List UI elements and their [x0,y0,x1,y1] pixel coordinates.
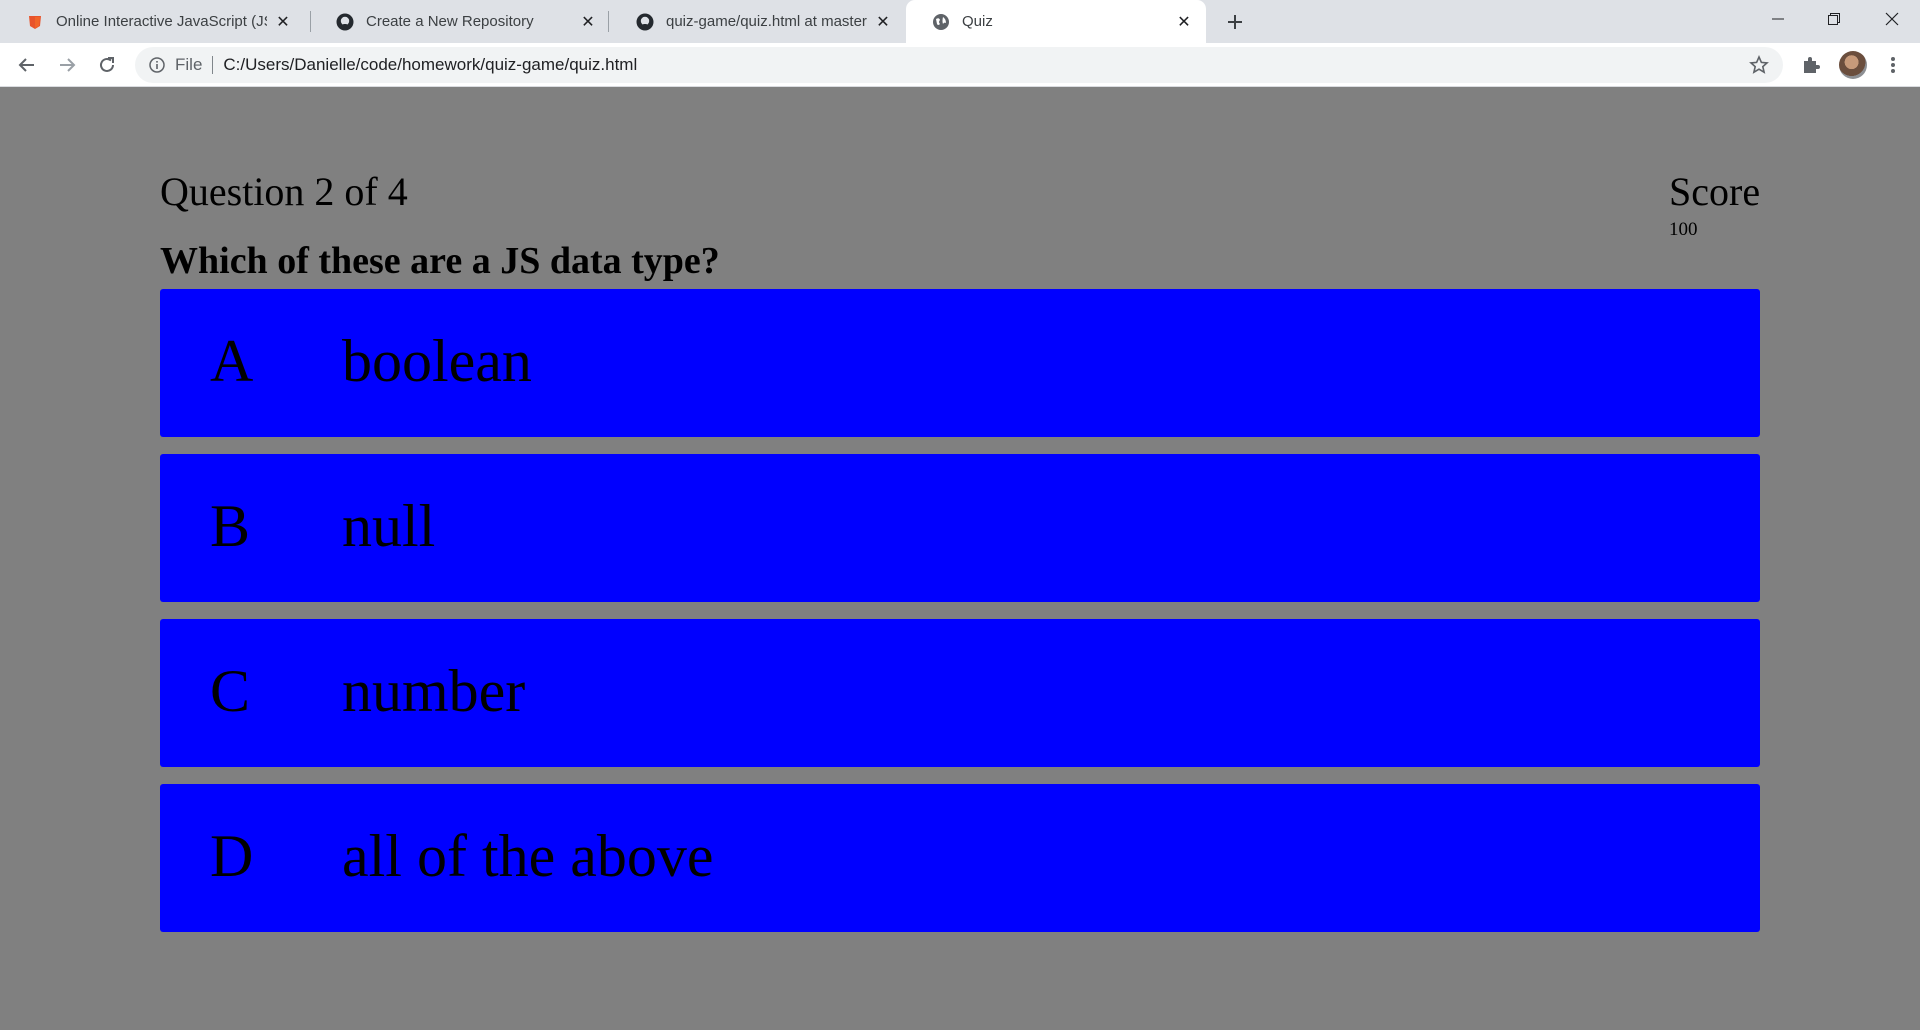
forward-button[interactable] [53,51,81,79]
tab-js-cheat-sheet[interactable]: Online Interactive JavaScript (JS) Cheat… [0,0,305,43]
answer-letter: B [210,493,251,559]
answer-letter: C [210,658,251,724]
github-icon [336,13,354,30]
address-divider [212,56,214,74]
question-text: Which of these are a JS data type? [160,240,720,282]
arrow-left-icon [18,58,34,72]
restore-icon [1827,13,1840,25]
tab-divider [608,11,609,32]
answer-option-a[interactable]: A boolean [160,289,1760,437]
tab-title: Online Interactive JavaScript (JS) Cheat… [56,13,267,30]
reload-icon [100,57,114,72]
answer-option-d[interactable]: D all of the above [160,784,1760,932]
extensions-button[interactable] [1797,51,1825,79]
answer-text: all of the above [342,823,714,889]
restore-button[interactable] [1805,0,1862,38]
orange-shield-icon [29,15,41,29]
url-scheme-label: File [175,55,203,74]
tab-title: Create a New Repository [366,13,534,30]
close-icon[interactable]: ✕ [873,12,893,32]
answer-text: number [342,658,526,724]
kebab-menu-icon [1891,57,1895,73]
tab-create-repository[interactable]: Create a New Repository ✕ [310,0,610,43]
new-tab-button[interactable] [1222,9,1248,35]
arrow-right-icon [60,58,76,72]
url-text[interactable]: C:/Users/Danielle/code/homework/quiz-gam… [223,55,637,75]
close-icon[interactable]: ✕ [1174,12,1194,32]
close-icon[interactable]: ✕ [578,12,598,32]
reload-button[interactable] [93,51,121,79]
score-value: 100 [1669,219,1698,240]
answer-text: null [342,493,436,559]
tab-title: Quiz [962,13,993,30]
answer-option-b[interactable]: B null [160,454,1760,602]
tab-title: quiz-game/quiz.html at master · Danielle [666,13,867,30]
profile-avatar[interactable] [1839,51,1867,79]
info-icon[interactable] [149,57,165,73]
minimize-icon [1771,18,1784,20]
close-icon [1885,12,1898,26]
tab-strip: Online Interactive JavaScript (JS) Cheat… [0,0,1920,43]
github-icon [636,13,654,30]
answer-text: boolean [342,328,532,394]
puzzle-piece-icon [1804,57,1820,73]
back-button[interactable] [13,51,41,79]
question-progress: Question 2 of 4 [160,169,408,214]
globe-icon [933,13,949,30]
browser-menu-button[interactable] [1879,51,1907,79]
bookmark-star-icon[interactable] [1749,55,1769,75]
answer-letter: D [210,823,254,889]
minimize-button[interactable] [1749,0,1806,38]
plus-icon [1228,15,1242,29]
tab-github-quiz-file[interactable]: quiz-game/quiz.html at master · Danielle… [610,0,905,43]
score-label: Score [1669,169,1761,214]
address-bar[interactable]: File C:/Users/Danielle/code/homework/qui… [135,47,1783,83]
tab-quiz[interactable]: Quiz ✕ [906,0,1206,43]
browser-toolbar: File C:/Users/Danielle/code/homework/qui… [0,43,1920,87]
close-window-button[interactable] [1863,0,1920,38]
answer-letter: A [210,328,254,394]
close-icon[interactable]: ✕ [273,12,293,32]
answer-option-c[interactable]: C number [160,619,1760,767]
quiz-page: Question 2 of 4 Score 100 Which of these… [0,87,1920,1030]
